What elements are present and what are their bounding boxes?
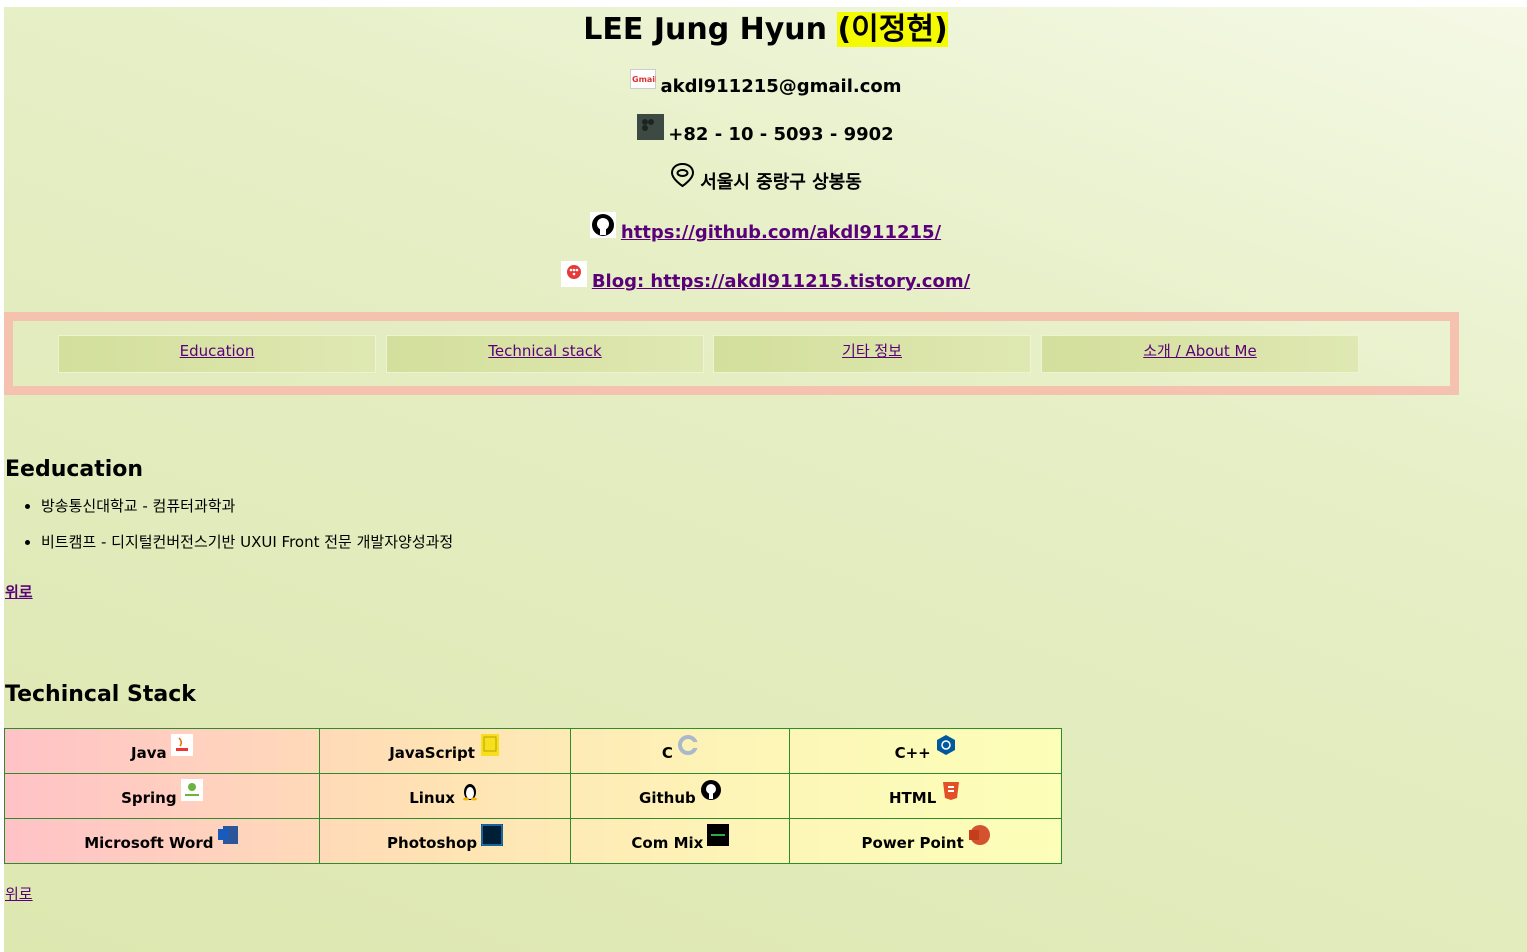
- html5-icon: [940, 779, 962, 801]
- page-title: LEE Jung Hyun (이정현): [4, 7, 1527, 48]
- skill-label: Linux: [409, 789, 455, 807]
- table-row: Java JavaScript C C++: [4, 728, 1062, 774]
- education-heading: Eeducation: [5, 457, 144, 482]
- name-english: LEE Jung Hyun: [583, 12, 828, 47]
- nav-item-other-info[interactable]: 기타 정보: [713, 335, 1031, 373]
- phone-text: +82 - 10 - 5093 - 9902: [668, 124, 894, 145]
- github-link[interactable]: https://github.com/akdl911215/: [621, 222, 941, 244]
- commix-icon: [707, 824, 730, 846]
- github-line: https://github.com/akdl911215/: [4, 212, 1527, 244]
- skill-label: Spring: [121, 789, 177, 807]
- nav-bar: Education Technical stack 기타 정보 소개 / Abo…: [4, 312, 1459, 395]
- skill-label: Microsoft Word: [84, 834, 214, 852]
- nav-link-technical-stack[interactable]: Technical stack: [488, 342, 601, 360]
- cpp-icon: [935, 734, 957, 756]
- github-icon: [590, 212, 617, 238]
- resume-page: LEE Jung Hyun (이정현) Gmail akdl911215@gma…: [4, 7, 1527, 952]
- nav-item-technical-stack[interactable]: Technical stack: [386, 335, 704, 373]
- address-line: 서울시 중랑구 상봉동: [4, 162, 1527, 194]
- skill-label: JavaScript: [389, 744, 475, 762]
- java-icon: [170, 734, 193, 756]
- name-korean: (이정현): [837, 12, 948, 47]
- skill-label: C: [661, 744, 673, 762]
- header: LEE Jung Hyun (이정현) Gmail akdl911215@gma…: [4, 7, 1527, 293]
- nav-link-education[interactable]: Education: [180, 342, 255, 360]
- table-cell: C: [570, 728, 791, 774]
- list-item: 비트캠프 - 디지털컨버전스기반 UXUI Front 전문 개발자양성과정: [41, 533, 453, 569]
- email-line: Gmail akdl911215@gmail.com: [4, 69, 1527, 98]
- skill-label: HTML: [889, 789, 937, 807]
- gmail-icon: Gmail: [629, 66, 656, 92]
- nav-item-education[interactable]: Education: [58, 335, 376, 373]
- table-cell: Java: [4, 728, 320, 774]
- table-cell: Power Point: [789, 818, 1062, 864]
- education-list: 방송통신대학교 - 컴퓨터과학과 비트캠프 - 디지털컨버전스기반 UXUI F…: [5, 497, 453, 569]
- c-language-icon: [677, 734, 699, 756]
- table-row: Spring Linux Github HTML: [4, 773, 1062, 819]
- skill-label: Com Mix: [631, 834, 704, 852]
- back-to-top-link[interactable]: 위로: [5, 581, 33, 602]
- blog-link[interactable]: Blog: https://akdl911215.tistory.com/: [592, 271, 970, 293]
- skill-label: C++: [894, 744, 931, 762]
- location-pin-icon: [669, 162, 696, 188]
- github-icon: [700, 779, 722, 801]
- linux-penguin-icon: [459, 779, 481, 801]
- technical-stack-heading: Techincal Stack: [5, 682, 196, 707]
- email-text: akdl911215@gmail.com: [660, 76, 902, 97]
- list-item: 방송통신대학교 - 컴퓨터과학과: [41, 497, 453, 533]
- gmail-icon-text: Gmail: [632, 75, 656, 84]
- table-cell: Microsoft Word: [4, 818, 320, 864]
- table-cell: Github: [570, 773, 791, 819]
- phone-line: +82 - 10 - 5093 - 9902: [4, 114, 1527, 146]
- photoshop-icon: [481, 824, 504, 846]
- table-cell: C++: [789, 728, 1062, 774]
- table-cell: Com Mix: [570, 818, 791, 864]
- nav-item-about-me[interactable]: 소개 / About Me: [1041, 335, 1359, 373]
- skill-label: Power Point: [861, 834, 964, 852]
- powerpoint-icon: [968, 824, 990, 846]
- skill-label: Photoshop: [387, 834, 478, 852]
- address-text: 서울시 중랑구 상봉동: [700, 172, 862, 193]
- skill-label: Github: [639, 789, 696, 807]
- back-to-top-link[interactable]: 위로: [5, 883, 33, 904]
- nav-link-about-me[interactable]: 소개 / About Me: [1143, 342, 1256, 360]
- table-cell: JavaScript: [318, 728, 572, 774]
- phone-icon: [637, 114, 665, 140]
- table-row: Microsoft Word Photoshop Com Mix Power P…: [4, 818, 1062, 864]
- table-cell: Linux: [318, 773, 572, 819]
- microsoft-word-icon: [217, 824, 239, 846]
- skill-label: Java: [131, 744, 167, 762]
- nav-link-other-info[interactable]: 기타 정보: [842, 342, 902, 360]
- javascript-icon: [479, 734, 501, 756]
- technical-stack-table: Java JavaScript C C++ Spring Linux Githu…: [4, 728, 1062, 864]
- tistory-icon: [561, 261, 588, 287]
- blog-line: Blog: https://akdl911215.tistory.com/: [4, 261, 1527, 293]
- table-cell: HTML: [789, 773, 1062, 819]
- spring-icon: [180, 779, 203, 801]
- table-cell: Spring: [4, 773, 320, 819]
- table-cell: Photoshop: [318, 818, 572, 864]
